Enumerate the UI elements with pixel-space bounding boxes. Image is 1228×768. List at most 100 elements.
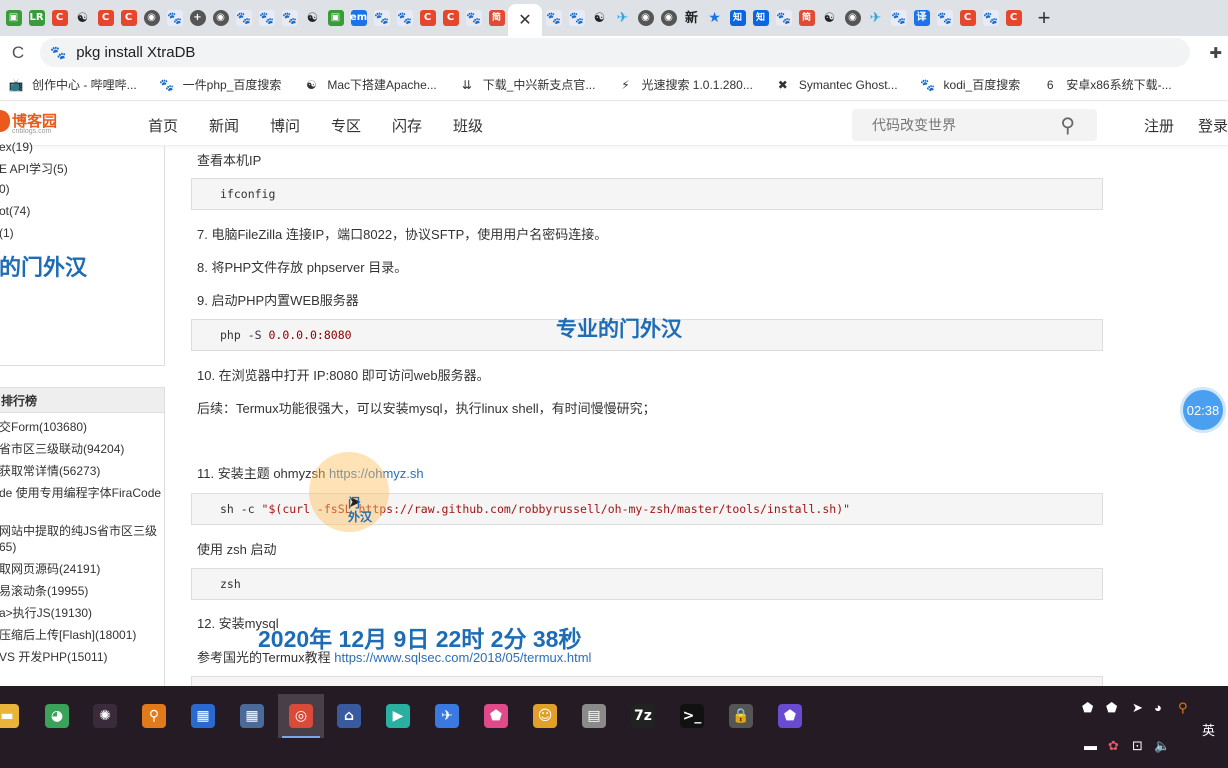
browser-tab[interactable]: 🐾	[163, 4, 186, 32]
browser-tab[interactable]: ☯	[588, 4, 611, 32]
tray-screen-icon[interactable]: ▬	[1084, 738, 1097, 753]
browser-tab[interactable]: ☯	[71, 4, 94, 32]
bookmark-item[interactable]: 🐾 一件php_百度搜索	[159, 76, 281, 93]
browser-tab[interactable]: ◉	[140, 4, 163, 32]
taskbar-app[interactable]: >_	[669, 694, 715, 738]
site-search[interactable]: ⚲	[852, 109, 1097, 141]
taskbar-app[interactable]: 🔒	[718, 694, 764, 738]
category-item[interactable]: ex(19)	[0, 140, 33, 154]
browser-tab[interactable]: ◉	[209, 4, 232, 32]
browser-tab[interactable]: C	[416, 4, 439, 32]
cnblogs-logo[interactable]: 博客园 cnblogs.com	[0, 110, 57, 135]
browser-tab[interactable]: ▣	[324, 4, 347, 32]
nav-zone[interactable]: 专区	[331, 115, 361, 136]
browser-tab[interactable]: 🐾	[462, 4, 485, 32]
ranking-item[interactable]: 获取常详情(56273)	[0, 462, 100, 479]
nav-home[interactable]: 首页	[148, 115, 178, 136]
browser-tab[interactable]: 🐾	[370, 4, 393, 32]
nav-flash[interactable]: 闪存	[392, 115, 422, 136]
browser-tab[interactable]: 🐾	[393, 4, 416, 32]
browser-tab[interactable]: 🐾	[772, 4, 795, 32]
bookmark-item[interactable]: 🐾 kodi_百度搜索	[920, 76, 1020, 93]
bookmark-item[interactable]: ⇊ 下载_中兴新支点官...	[459, 76, 596, 93]
tray-network-icon[interactable]: ⊡	[1132, 738, 1143, 754]
tray-app-icon[interactable]: ✿	[1108, 738, 1119, 754]
browser-tab[interactable]: 译	[910, 4, 933, 32]
taskbar-app[interactable]: ▬	[0, 694, 30, 738]
bookmark-item[interactable]: 6 安卓x86系统下载-...	[1042, 76, 1172, 93]
browser-tab[interactable]: 🐾	[542, 4, 565, 32]
browser-tab[interactable]: 🐾	[278, 4, 301, 32]
taskbar-app[interactable]: ▦	[180, 694, 226, 738]
browser-tab[interactable]: ★	[703, 4, 726, 32]
puzzle-extension-icon[interactable]: ✚	[1209, 44, 1222, 62]
ranking-item[interactable]: a>执行JS(19130)	[0, 604, 92, 621]
ranking-item[interactable]: 易滚动条(19955)	[0, 582, 88, 599]
register-link[interactable]: 注册	[1144, 115, 1174, 136]
browser-tab[interactable]: ◉	[657, 4, 680, 32]
browser-tab[interactable]: C	[117, 4, 140, 32]
nav-news[interactable]: 新闻	[209, 115, 239, 136]
taskbar-app[interactable]: ▤	[571, 694, 617, 738]
ranking-item[interactable]: 网站中提取的纯JS省市区三级	[0, 522, 157, 539]
nav-qa[interactable]: 博问	[270, 115, 300, 136]
taskbar-app[interactable]: ✈	[424, 694, 470, 738]
category-item[interactable]: 0)	[0, 182, 10, 196]
browser-tab[interactable]: C	[956, 4, 979, 32]
taskbar-app[interactable]: 7z	[620, 694, 666, 738]
browser-tab[interactable]: C	[1002, 4, 1025, 32]
browser-tab[interactable]: 🐾	[979, 4, 1002, 32]
ranking-item[interactable]: 交Form(103680)	[0, 418, 87, 435]
taskbar-app[interactable]: ◕	[34, 694, 80, 738]
reload-icon[interactable]: C	[0, 36, 36, 69]
category-item[interactable]: (1)	[0, 226, 14, 240]
browser-tab[interactable]: ▣	[2, 4, 25, 32]
bookmark-item[interactable]: 📺 创作中心 - 哔哩哔...	[8, 76, 137, 93]
browser-tab[interactable]: 🐾	[255, 4, 278, 32]
browser-tab[interactable]: 知	[726, 4, 749, 32]
browser-tab[interactable]: +	[186, 4, 209, 32]
taskbar-app[interactable]: ▦	[229, 694, 275, 738]
bookmark-item[interactable]: ✖ Symantec Ghost...	[775, 77, 898, 93]
browser-tab[interactable]: 🐾	[933, 4, 956, 32]
ranking-item[interactable]: 取网页源码(24191)	[0, 560, 100, 577]
site-search-input[interactable]	[852, 109, 1042, 141]
browser-tab[interactable]: 知	[749, 4, 772, 32]
browser-tab[interactable]: 简	[485, 4, 508, 32]
ranking-item[interactable]: 65)	[0, 540, 16, 554]
ranking-item[interactable]: VS 开发PHP(15011)	[0, 648, 108, 665]
login-link[interactable]: 登录	[1198, 115, 1228, 136]
taskbar-app[interactable]: ⬟	[473, 694, 519, 738]
browser-tab[interactable]: em	[347, 4, 370, 32]
tray-search-icon[interactable]: ⚲	[1178, 700, 1188, 716]
taskbar-app[interactable]: ✺	[82, 694, 128, 738]
address-text[interactable]: pkg install XtraDB	[76, 44, 195, 61]
bookmark-item[interactable]: ⚡ 光速搜索 1.0.1.280...	[617, 76, 753, 93]
active-tab-close-icon[interactable]: ✕	[518, 10, 531, 30]
taskbar-app[interactable]: ⌂	[326, 694, 372, 738]
browser-tab[interactable]: ✈	[611, 4, 634, 32]
recording-timer[interactable]: 02:38	[1180, 387, 1226, 433]
taskbar-app[interactable]: ⚲	[131, 694, 177, 738]
tray-volume-icon[interactable]: 🔈	[1154, 738, 1170, 754]
browser-tab[interactable]: ☯	[818, 4, 841, 32]
bookmark-item[interactable]: ☯ Mac下搭建Apache...	[303, 76, 437, 93]
browser-tab[interactable]: C	[94, 4, 117, 32]
new-tab-icon[interactable]: +	[1029, 4, 1059, 32]
browser-tab[interactable]: 简	[795, 4, 818, 32]
browser-tab[interactable]: ◉	[841, 4, 864, 32]
search-icon[interactable]: ⚲	[1060, 113, 1075, 138]
address-bar[interactable]: 🐾 pkg install XtraDB	[40, 38, 1190, 67]
taskbar-app[interactable]: ☺	[522, 694, 568, 738]
browser-tab[interactable]: C	[48, 4, 71, 32]
browser-tab[interactable]: 🐾	[887, 4, 910, 32]
browser-tab[interactable]: 🐾	[232, 4, 255, 32]
ranking-item[interactable]: 压缩后上传[Flash](18001)	[0, 626, 136, 643]
tray-colorful-icon[interactable]: ⬟	[1106, 700, 1117, 716]
browser-tab[interactable]: ✈	[864, 4, 887, 32]
browser-tab[interactable]: 新	[680, 4, 703, 32]
browser-tab[interactable]: LR	[25, 4, 48, 32]
tray-network-globe-icon[interactable]: ◕	[1154, 700, 1162, 715]
taskbar-app[interactable]: ◎	[278, 694, 324, 738]
taskbar-app[interactable]: ⬟	[767, 694, 813, 738]
